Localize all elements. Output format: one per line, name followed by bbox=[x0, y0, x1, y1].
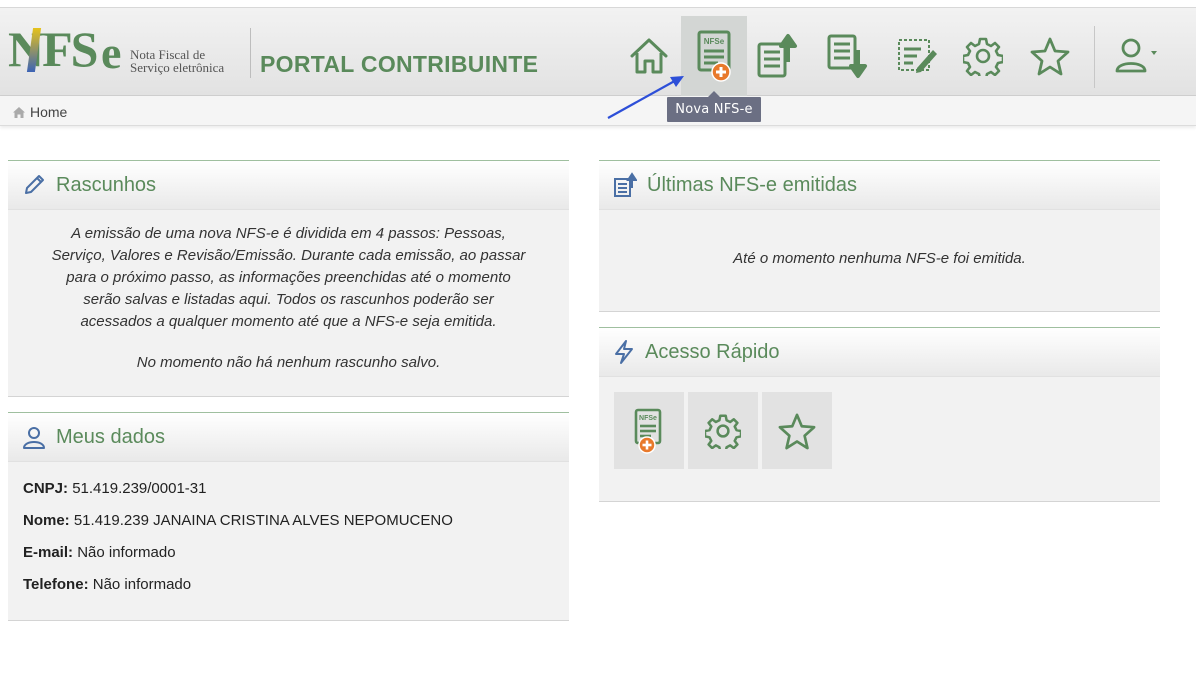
doc-upload-icon bbox=[757, 34, 797, 78]
rascunhos-empty: No momento não há nenhum rascunho salvo. bbox=[136, 354, 441, 371]
nav-usuario-button[interactable] bbox=[1104, 16, 1170, 96]
email-row: E-mail: Não informado bbox=[23, 542, 555, 563]
quick-nova-nfse-button[interactable]: NFSe bbox=[614, 392, 684, 469]
panel-meus-dados: Meus dados CNPJ: 51.419.239/0001-31 Nome… bbox=[8, 412, 569, 621]
breadcrumb: Home bbox=[0, 96, 1196, 126]
doc-edit-icon bbox=[898, 39, 937, 73]
telefone-value: Não informado bbox=[92, 576, 192, 593]
doc-upload-small-icon bbox=[614, 172, 637, 197]
nfse-add-icon: NFSe bbox=[697, 30, 731, 82]
cnpj-row: CNPJ: 51.419.239/0001-31 bbox=[23, 478, 555, 499]
rascunhos-description: A emissão de uma nova NFS-e é dividida e… bbox=[8, 210, 569, 386]
home-small-icon bbox=[13, 106, 25, 118]
doc-download-icon bbox=[827, 34, 867, 78]
panel-ultimas-header: Últimas NFS-e emitidas bbox=[599, 161, 1160, 210]
chevron-down-icon bbox=[1151, 51, 1157, 55]
nav-rascunhos-button[interactable] bbox=[884, 16, 950, 96]
rascunhos-line2: Serviço, Valores e Revisão/Emissão. Dura… bbox=[51, 247, 526, 264]
logo-e-text: e bbox=[101, 27, 122, 78]
portal-title: PORTAL CONTRIBUINTE bbox=[260, 51, 539, 77]
logo-subtitle-line2: Serviço eletrônica bbox=[130, 60, 225, 75]
panel-meus-dados-title: Meus dados bbox=[56, 425, 165, 448]
panel-rascunhos-title: Rascunhos bbox=[56, 173, 157, 196]
nome-value: 51.419.239 JANAINA CRISTINA ALVES NEPOMU… bbox=[73, 512, 453, 529]
panel-rascunhos: Rascunhos A emissão de uma nova NFS-e é … bbox=[8, 160, 569, 397]
nome-label: Nome: bbox=[23, 512, 70, 529]
nfse-badge: NFSe bbox=[704, 37, 725, 46]
rascunhos-line1: A emissão de uma nova NFS-e é dividida e… bbox=[71, 225, 506, 242]
quick-config-button[interactable] bbox=[688, 392, 758, 469]
header-divider bbox=[250, 28, 251, 78]
nav-recebidas-button[interactable] bbox=[814, 16, 880, 96]
email-value: Não informado bbox=[77, 544, 176, 561]
rascunhos-line3: para o próximo passo, as informações pre… bbox=[66, 269, 511, 286]
nav-separator bbox=[1094, 26, 1095, 88]
rascunhos-line5: acessados a qualquer momento até que a N… bbox=[80, 313, 497, 330]
annotation-arrow bbox=[607, 76, 684, 119]
gear-icon bbox=[963, 37, 1003, 76]
user-icon bbox=[1115, 38, 1157, 73]
panel-ultimas-title: Últimas NFS-e emitidas bbox=[647, 173, 858, 196]
cnpj-label: CNPJ: bbox=[23, 480, 69, 497]
breadcrumb-home[interactable]: Home bbox=[13, 104, 67, 120]
meus-dados-body: CNPJ: 51.419.239/0001-31 Nome: 51.419.23… bbox=[8, 462, 569, 618]
lightning-icon bbox=[615, 340, 633, 364]
cnpj-value: 51.419.239/0001-31 bbox=[72, 480, 207, 497]
top-bar: NFS e Nota Fiscal de Serviço eletrônica … bbox=[0, 7, 1196, 96]
star-icon bbox=[778, 413, 816, 449]
rascunhos-line4: serão salvas e listadas aqui. Todos os r… bbox=[83, 291, 494, 308]
quick-nfse-badge: NFSe bbox=[639, 415, 657, 422]
nfse-add-icon: NFSe bbox=[634, 408, 662, 454]
telefone-row: Telefone: Não informado bbox=[23, 574, 555, 595]
ultimas-empty: Até o momento nenhuma NFS-e foi emitida. bbox=[733, 250, 1026, 267]
gear-icon bbox=[705, 413, 741, 449]
nav-config-button[interactable] bbox=[950, 16, 1016, 96]
nav-emitidas-button[interactable] bbox=[744, 16, 810, 96]
star-icon bbox=[1030, 37, 1070, 76]
breadcrumb-home-label: Home bbox=[30, 104, 68, 120]
nav-favoritos-button[interactable] bbox=[1017, 16, 1083, 96]
telefone-label: Telefone: bbox=[23, 576, 89, 593]
pencil-icon bbox=[25, 175, 44, 194]
email-label: E-mail: bbox=[23, 544, 74, 561]
panel-acesso-title: Acesso Rápido bbox=[645, 340, 780, 363]
nav-nova-nfse-button[interactable]: NFSe bbox=[681, 16, 747, 96]
panel-rascunhos-header: Rascunhos bbox=[8, 161, 569, 210]
panel-ultimas-nfse: Últimas NFS-e emitidas Até o momento nen… bbox=[599, 160, 1160, 312]
user-outline-icon bbox=[23, 427, 45, 449]
logo-subtitle: Nota Fiscal de Serviço eletrônica bbox=[130, 48, 224, 74]
panel-acesso-header: Acesso Rápido bbox=[599, 328, 1160, 377]
panel-meus-dados-header: Meus dados bbox=[8, 413, 569, 462]
quick-favoritos-button[interactable] bbox=[762, 392, 832, 469]
nome-row: Nome: 51.419.239 JANAINA CRISTINA ALVES … bbox=[23, 510, 555, 531]
logo-nfs-text: NFS bbox=[8, 21, 98, 77]
